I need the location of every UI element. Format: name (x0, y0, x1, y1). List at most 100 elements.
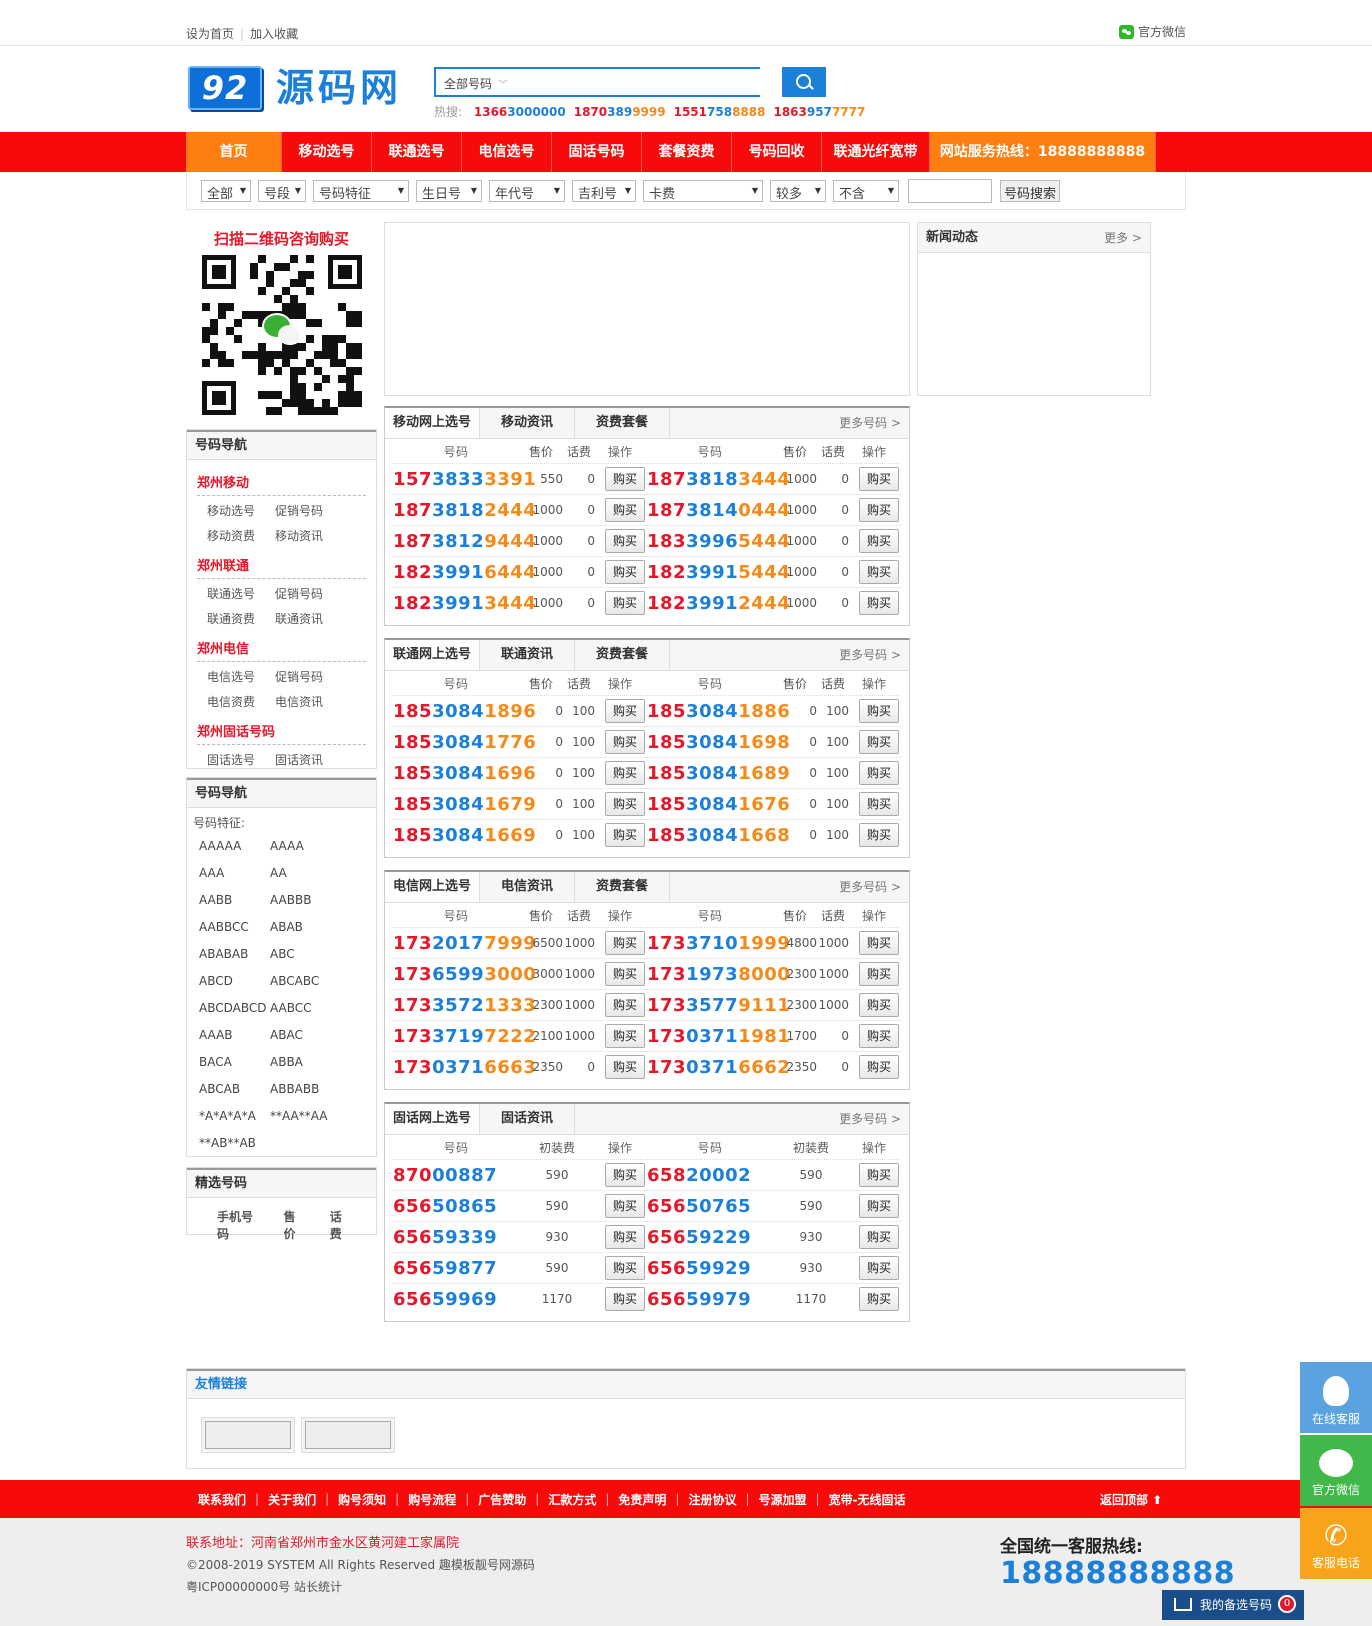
buy-button[interactable]: 购买 (605, 1163, 645, 1187)
phone-number[interactable]: 18530841696 (393, 763, 536, 784)
buy-button[interactable]: 购买 (859, 1256, 899, 1280)
buy-button[interactable]: 购买 (859, 792, 899, 816)
phone-number[interactable]: 18530841698 (647, 732, 790, 753)
nav-link[interactable]: 促销号码 (275, 499, 343, 524)
feature-link[interactable]: AAAAA (199, 833, 270, 860)
feature-link[interactable]: AABCC (270, 995, 341, 1022)
set-home-link[interactable]: 设为首页 (186, 27, 234, 41)
hot-number-link[interactable]: 18703899999 (574, 105, 666, 119)
feature-link[interactable]: AAAA (270, 833, 341, 860)
number-search-button[interactable]: 号码搜索 (1000, 180, 1061, 202)
more-numbers-link[interactable]: 更多号码 > (839, 1112, 901, 1126)
nav-link[interactable]: 电信资费 (207, 690, 275, 715)
nav-link[interactable]: 电信选号 (207, 665, 275, 690)
feature-link[interactable]: ABCABC (270, 968, 341, 995)
phone-number[interactable]: 65650865 (393, 1196, 519, 1217)
buy-button[interactable]: 购买 (859, 931, 899, 955)
search-button[interactable] (782, 67, 826, 97)
buy-button[interactable]: 购买 (605, 560, 645, 584)
feature-link[interactable]: ABCD (199, 968, 270, 995)
hot-number-link[interactable]: 15517588888 (674, 105, 766, 119)
feature-link[interactable]: BACA (199, 1049, 270, 1076)
hot-number-link[interactable]: 18639577777 (773, 105, 865, 119)
filter-select[interactable]: 较多 (770, 180, 826, 202)
buy-button[interactable]: 购买 (859, 560, 899, 584)
feature-link[interactable]: ABCAB (199, 1076, 270, 1103)
buy-button[interactable]: 购买 (859, 1055, 899, 1079)
buy-button[interactable]: 购买 (605, 498, 645, 522)
more-numbers-link[interactable]: 更多号码 > (839, 648, 901, 662)
phone-number[interactable]: 18530841689 (647, 763, 790, 784)
nav-item[interactable]: 联通选号 (372, 132, 462, 172)
phone-number[interactable]: 65659339 (393, 1227, 519, 1248)
buy-button[interactable]: 购买 (859, 761, 899, 785)
feature-link[interactable]: **AA**AA (270, 1103, 341, 1130)
nav-item[interactable]: 移动选号 (282, 132, 372, 172)
phone-number[interactable]: 17365993000 (393, 964, 536, 985)
footer-nav-link[interactable]: 汇款方式 (548, 1491, 596, 1508)
feature-link[interactable]: ABAC (270, 1022, 341, 1049)
buy-button[interactable]: 购买 (605, 931, 645, 955)
nav-link[interactable]: 联通资讯 (275, 607, 343, 632)
panel-tab[interactable]: 资费套餐 (575, 408, 670, 438)
buy-button[interactable]: 购买 (859, 730, 899, 754)
nav-item[interactable]: 联通光纤宽带 (822, 132, 930, 172)
nav-link[interactable]: 促销号码 (275, 665, 343, 690)
news-more-link[interactable]: 更多 > (1104, 223, 1142, 253)
nav-item[interactable]: 套餐资费 (642, 132, 732, 172)
filter-select[interactable]: 年代号 (489, 180, 565, 202)
nav-link[interactable]: 移动选号 (207, 499, 275, 524)
buy-button[interactable]: 购买 (605, 993, 645, 1017)
panel-tab[interactable]: 联通网上选号 (385, 640, 480, 670)
nav-link[interactable]: 固话资讯 (275, 748, 343, 773)
feature-link[interactable]: AABBCC (199, 914, 270, 941)
nav-category[interactable]: 郑州固话号码 (197, 715, 366, 745)
footer-nav-link[interactable]: 号源加盟 (759, 1491, 807, 1508)
footer-nav-link[interactable]: 注册协议 (688, 1491, 736, 1508)
buy-button[interactable]: 购买 (859, 699, 899, 723)
phone-number[interactable]: 18738140444 (647, 500, 790, 521)
more-numbers-link[interactable]: 更多号码 > (839, 416, 901, 430)
phone-number[interactable]: 18239915444 (647, 562, 790, 583)
site-logo[interactable]: 92 源码网 (188, 66, 402, 110)
feature-link[interactable]: AAAB (199, 1022, 270, 1049)
panel-tab[interactable]: 联通资讯 (480, 640, 575, 670)
filter-select[interactable]: 不含 (833, 180, 899, 202)
footer-nav-link[interactable]: 广告赞助 (478, 1491, 526, 1508)
nav-category[interactable]: 郑州移动 (197, 466, 366, 496)
side-phone-button[interactable]: ✆ 客服电话 (1300, 1508, 1372, 1579)
phone-number[interactable]: 18738183444 (647, 469, 790, 490)
phone-number[interactable]: 18530841668 (647, 825, 790, 846)
nav-item[interactable]: 电信选号 (462, 132, 552, 172)
buy-button[interactable]: 购买 (859, 993, 899, 1017)
feature-link[interactable]: ABC (270, 941, 341, 968)
nav-category[interactable]: 郑州联通 (197, 549, 366, 579)
search-category-select[interactable]: 全部号码 ﹀ (434, 67, 760, 97)
number-search-input[interactable] (908, 179, 992, 203)
buy-button[interactable]: 购买 (859, 529, 899, 553)
buy-button[interactable]: 购买 (605, 1225, 645, 1249)
phone-number[interactable]: 65659929 (647, 1258, 773, 1279)
buy-button[interactable]: 购买 (605, 467, 645, 491)
buy-button[interactable]: 购买 (859, 591, 899, 615)
nav-link[interactable]: 移动资费 (207, 524, 275, 549)
phone-number[interactable]: 17303716663 (393, 1057, 536, 1078)
nav-item[interactable]: 号码回收 (732, 132, 822, 172)
phone-number[interactable]: 18530841776 (393, 732, 536, 753)
nav-link[interactable]: 电信资讯 (275, 690, 343, 715)
phone-number[interactable]: 65659229 (647, 1227, 773, 1248)
buy-button[interactable]: 购买 (605, 591, 645, 615)
phone-number[interactable]: 17335721333 (393, 995, 536, 1016)
phone-number[interactable]: 17337101999 (647, 933, 790, 954)
filter-select[interactable]: 全部 (201, 180, 251, 202)
hot-number-link[interactable]: 13663000000 (474, 105, 566, 119)
buy-button[interactable]: 购买 (859, 498, 899, 522)
phone-number[interactable]: 65659877 (393, 1258, 519, 1279)
feature-link[interactable]: ABCDABCD (199, 995, 270, 1022)
filter-select[interactable]: 生日号 (416, 180, 482, 202)
phone-number[interactable]: 18530841679 (393, 794, 536, 815)
filter-select[interactable]: 号码特征 (313, 180, 409, 202)
feature-link[interactable]: AAA (199, 860, 270, 887)
phone-number[interactable]: 17337197222 (393, 1026, 536, 1047)
buy-button[interactable]: 购买 (859, 823, 899, 847)
